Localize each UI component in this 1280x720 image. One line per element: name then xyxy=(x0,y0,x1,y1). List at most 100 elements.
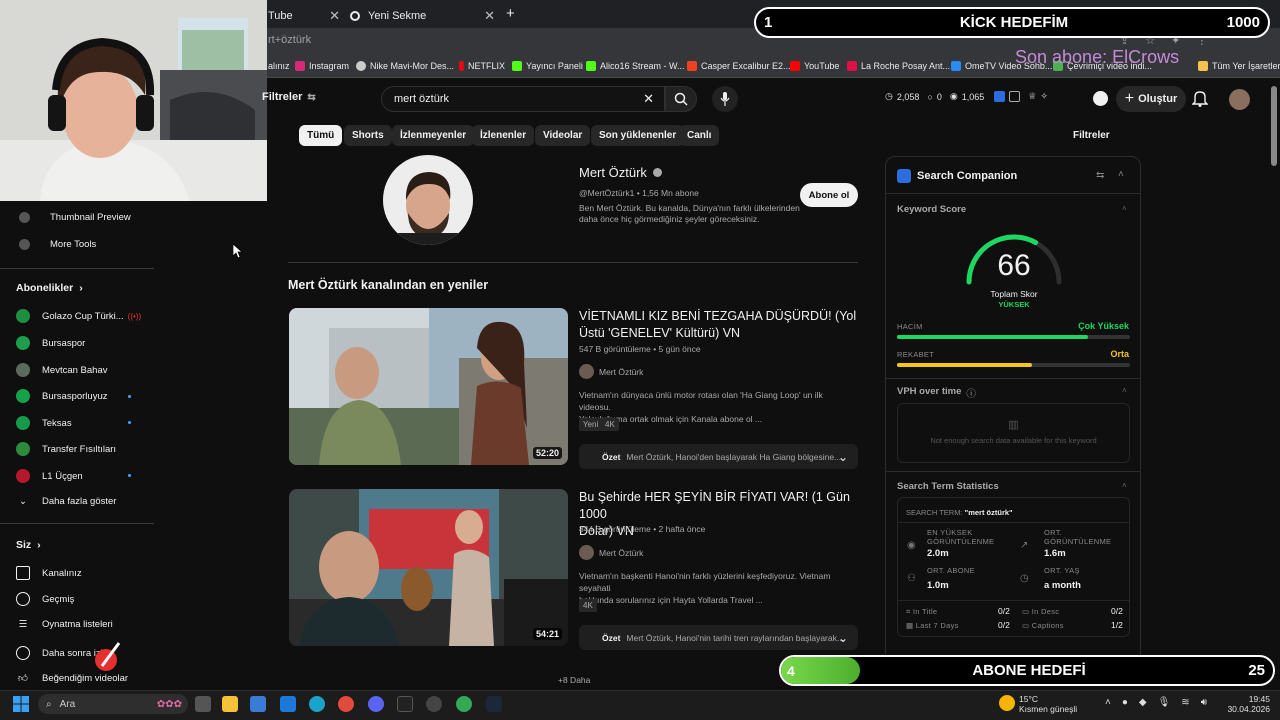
address-input[interactable]: rt+öztürk xyxy=(268,34,311,46)
video-thumbnail[interactable]: 52:20 xyxy=(289,308,568,465)
create-button[interactable]: + Oluştur xyxy=(1116,86,1186,112)
chip-videos[interactable]: Videolar xyxy=(535,125,591,146)
search-input[interactable]: mert öztürk ✕ xyxy=(381,86,665,112)
bookmark[interactable]: alınız xyxy=(268,61,290,71)
microphone-icon[interactable]: 🎙︎ xyxy=(1158,697,1171,708)
close-icon[interactable]: ✕ xyxy=(329,8,340,24)
wifi-icon[interactable]: ≋ xyxy=(1181,697,1189,708)
subscribe-button[interactable]: Abone ol xyxy=(800,183,858,207)
extension-icon[interactable] xyxy=(994,91,1006,102)
steam-icon[interactable] xyxy=(486,696,502,712)
app-icon[interactable] xyxy=(397,696,413,712)
more-videos-link[interactable]: +8 Daha xyxy=(558,675,590,685)
settings-icon[interactable]: ⇆ xyxy=(1096,170,1104,181)
tab-new[interactable]: Yeni Sekme ✕ xyxy=(350,4,495,28)
sidebar-sub-item[interactable]: Mevtcan Bahav xyxy=(16,363,107,377)
collapse-icon[interactable]: ˄ xyxy=(1118,169,1124,180)
extension-icon-2[interactable] xyxy=(1009,91,1021,102)
extension-badge-icon[interactable] xyxy=(1093,91,1108,106)
bookmark-netflix[interactable]: NETFLIX xyxy=(459,61,505,71)
discord-icon[interactable] xyxy=(368,696,384,712)
show-more-button[interactable]: ⌄ Daha fazla göster xyxy=(16,496,116,507)
summary-expander[interactable]: Özet Mert Öztürk, Hanoi'den başlayarak H… xyxy=(579,444,858,469)
notifications-button[interactable] xyxy=(1192,90,1208,107)
bookmark-laroche[interactable]: La Roche Posay Ant... xyxy=(847,61,950,71)
filters-button[interactable]: Filtreler ⇆ xyxy=(262,91,316,103)
task-view-icon[interactable] xyxy=(195,696,211,712)
sidebar-item-liked[interactable]: 👍︎ Beğendiğim videolar xyxy=(16,672,128,685)
sidebar-sub-item[interactable]: Bursasporluyuz xyxy=(16,389,107,403)
close-icon[interactable]: ✕ xyxy=(484,8,495,24)
sidebar-item-history[interactable]: Geçmiş xyxy=(16,592,74,606)
bookmark-alico[interactable]: Alico16 Stream - W... xyxy=(586,61,685,71)
video-channel[interactable]: Mert Öztürk xyxy=(579,545,643,560)
sidebar-sub-item[interactable]: L1 Üçgen xyxy=(16,469,83,483)
info-icon[interactable]: ⓘ xyxy=(966,386,976,400)
chip-unwatched[interactable]: İzlenmeyenler xyxy=(392,125,475,146)
sidebar-item-playlists[interactable]: ☰ Oynatma listeleri xyxy=(16,619,113,630)
voice-search-button[interactable] xyxy=(712,86,738,112)
bookmark-instagram[interactable]: Instagram xyxy=(295,61,349,71)
collapse-icon[interactable]: ˄ xyxy=(1122,204,1127,213)
tab-youtube[interactable]: Tube ✕ xyxy=(268,4,340,28)
section-title[interactable]: Mert Öztürk kanalından en yeniler xyxy=(288,278,488,292)
collapse-icon[interactable]: ˄ xyxy=(1122,386,1127,395)
search-button[interactable] xyxy=(665,86,697,112)
bookmark-casper[interactable]: Casper Excalibur E2... xyxy=(687,61,791,71)
windows-start-icon[interactable] xyxy=(13,696,29,712)
mail-icon[interactable] xyxy=(280,696,296,712)
chip-all[interactable]: Tümü xyxy=(299,125,343,146)
chevron-up-icon[interactable]: ˄ xyxy=(1105,697,1111,708)
edge-icon[interactable] xyxy=(309,696,325,712)
sidebar-sub-item[interactable]: Transfer Fısıltıları xyxy=(16,442,116,456)
store-icon[interactable] xyxy=(250,696,266,712)
bookmark-youtube[interactable]: YouTube xyxy=(790,61,839,71)
chrome-active-icon[interactable] xyxy=(456,696,472,712)
weather-widget[interactable]: 15°C Kısmen güneşli xyxy=(1019,694,1077,714)
account-avatar[interactable] xyxy=(1229,89,1250,110)
sidebar-sub-item[interactable]: Golazo Cup Türki... ((•)) xyxy=(16,309,141,323)
video-thumbnail[interactable]: 54:21 xyxy=(289,489,568,646)
clock[interactable]: 19:45 30.04.2026 xyxy=(1226,694,1270,714)
sidebar-item-your-channel[interactable]: Kanalınız xyxy=(16,566,82,580)
bookmark-nike[interactable]: Nike Mavi-Mor Des... xyxy=(356,61,454,71)
sidebar-sub-item[interactable]: Bursaspor xyxy=(16,336,85,350)
page-scrollbar[interactable] xyxy=(1271,86,1277,166)
obs-icon[interactable] xyxy=(426,696,442,712)
sidebar-tool-thumbnail[interactable]: Thumbnail Preview xyxy=(16,212,131,223)
tray-app-icon[interactable]: ◆ xyxy=(1139,697,1147,708)
competition-bar-fill xyxy=(897,363,1033,367)
right-filters-label[interactable]: Filtreler xyxy=(1073,130,1110,141)
plus-icon: + xyxy=(1124,90,1135,107)
trophy-icon[interactable]: ♕ xyxy=(1028,91,1036,102)
instagram-icon xyxy=(295,61,305,71)
channel-avatar-image xyxy=(383,155,473,245)
stats-title: Search Term Statistics xyxy=(897,481,999,492)
sidebar-tool-more[interactable]: More Tools xyxy=(16,239,96,250)
tray-app-icon[interactable]: ● xyxy=(1122,697,1128,708)
bookmark-yayinci[interactable]: Yayıncı Paneli xyxy=(512,61,583,71)
youtube-icon xyxy=(790,61,800,71)
taskbar-search[interactable]: ⌕ Ara ✿✿✿ xyxy=(38,694,188,714)
you-header[interactable]: Siz › xyxy=(16,539,41,551)
channel-name[interactable]: Mert Öztürk xyxy=(579,165,662,180)
file-explorer-icon[interactable] xyxy=(222,696,238,712)
chrome-icon[interactable] xyxy=(338,696,354,712)
channel-description[interactable]: Ben Mert Öztürk. Bu kanalda, Dünya'nın f… xyxy=(579,203,800,225)
collapse-icon[interactable]: ˄ xyxy=(1122,481,1127,490)
chip-live[interactable]: Canlı xyxy=(679,125,720,146)
summary-expander[interactable]: Özet Mert Öztürk, Hanoi'nin tarihi tren … xyxy=(579,625,858,650)
subscriptions-header[interactable]: Abonelikler › xyxy=(16,282,83,294)
video-title[interactable]: VİETNAMLI KIZ BENİ TEZGAHA DÜŞÜRDÜ! (Yol… xyxy=(579,308,859,342)
new-tab-button[interactable]: + xyxy=(506,5,515,22)
video-channel[interactable]: Mert Öztürk xyxy=(579,364,643,379)
channel-avatar-large[interactable] xyxy=(383,155,473,245)
clear-search-icon[interactable]: ✕ xyxy=(643,91,654,107)
chip-recent[interactable]: Son yüklenenler xyxy=(591,125,685,146)
bookmark-all[interactable]: Tüm Yer İşaretleri xyxy=(1198,61,1280,71)
chip-watched[interactable]: İzlenenler xyxy=(472,125,535,146)
sparkle-icon[interactable]: ✧ xyxy=(1040,91,1048,102)
volume-icon[interactable]: 🔊︎ xyxy=(1201,697,1207,708)
chip-shorts[interactable]: Shorts xyxy=(344,125,392,146)
sidebar-sub-item[interactable]: Teksas xyxy=(16,416,72,430)
